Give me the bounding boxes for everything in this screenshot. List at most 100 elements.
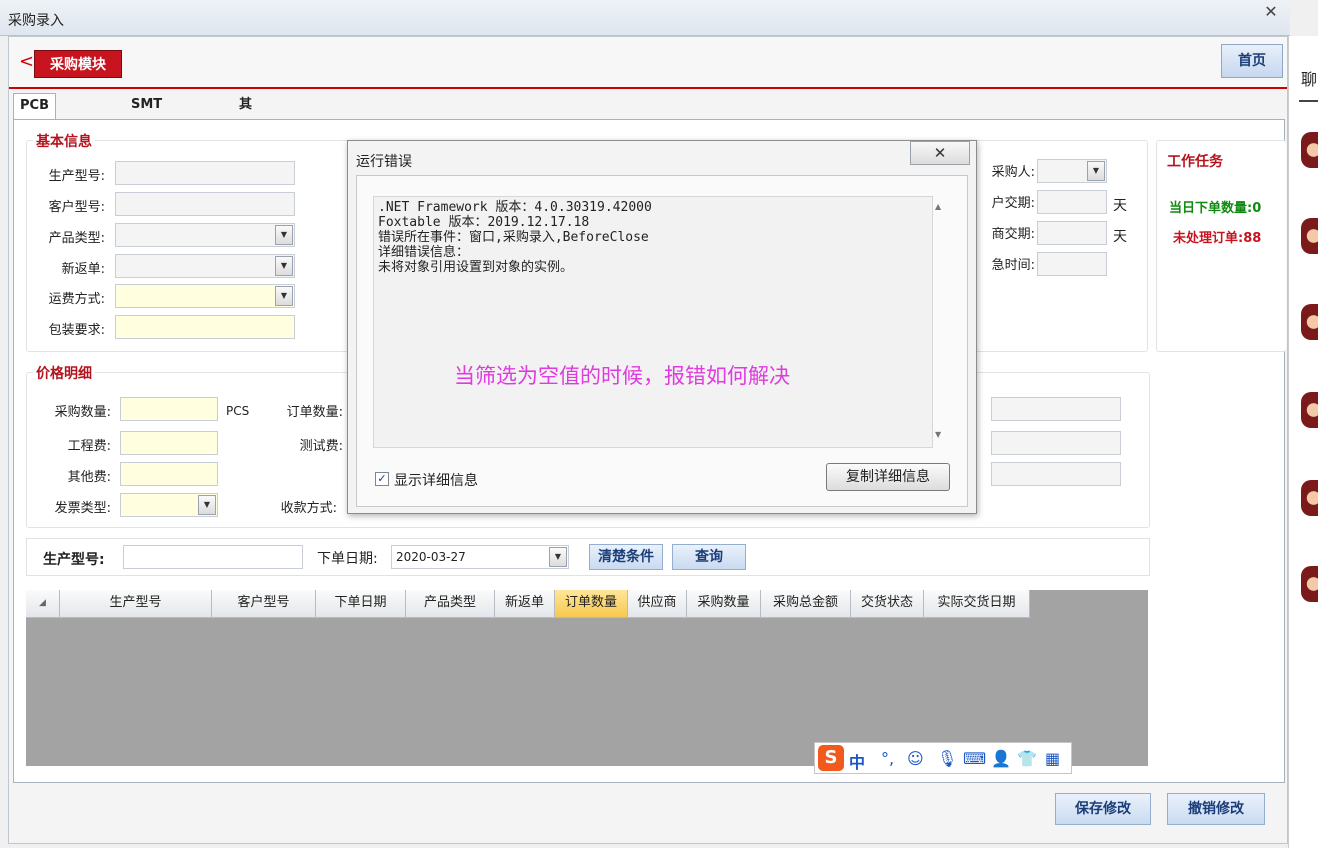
- query-button[interactable]: 查询: [672, 544, 746, 570]
- error-dialog: 运行错误 ✕ .NET Framework 版本：4.0.30319.42000…: [347, 140, 977, 514]
- price-field-right-1[interactable]: [991, 397, 1121, 421]
- freight-method-select[interactable]: ▼: [115, 284, 295, 308]
- column-header[interactable]: 交货状态: [851, 590, 924, 618]
- save-changes-button[interactable]: 保存修改: [1055, 793, 1151, 825]
- dropdown-arrow-icon[interactable]: ▼: [198, 495, 216, 515]
- filter-production-model-label: 生产型号:: [43, 552, 105, 568]
- home-button[interactable]: 首页: [1221, 44, 1283, 78]
- dropdown-arrow-icon[interactable]: ▼: [275, 256, 293, 276]
- tab-smt-purchase[interactable]: SMT采购录入: [125, 93, 168, 160]
- customer-model-label: 客户型号:: [48, 200, 105, 215]
- window-titlebar: 采购录入 ✕: [0, 0, 1290, 36]
- column-header[interactable]: 采购总金额: [761, 590, 851, 618]
- production-model-input[interactable]: [115, 161, 295, 185]
- column-header[interactable]: 新返单: [495, 590, 555, 618]
- window-close-icon[interactable]: ✕: [1252, 2, 1290, 22]
- contact-avatar[interactable]: [1301, 566, 1318, 602]
- purchaser-select[interactable]: ▼: [1037, 159, 1107, 183]
- filter-production-model-input[interactable]: [123, 545, 303, 569]
- chat-side-panel: 聊: [1288, 36, 1318, 848]
- error-line: Foxtable 版本：2019.12.17.18: [378, 215, 590, 230]
- back-arrow-icon[interactable]: <: [19, 51, 34, 72]
- contact-avatar[interactable]: [1301, 392, 1318, 428]
- ime-mode-toggle[interactable]: 中: [849, 749, 865, 773]
- product-type-label: 产品类型:: [48, 231, 105, 246]
- urgent-time-input[interactable]: [1037, 252, 1107, 276]
- supplier-delivery-input[interactable]: [1037, 221, 1107, 245]
- undo-changes-button[interactable]: 撤销修改: [1167, 793, 1265, 825]
- copy-details-button[interactable]: 复制详细信息: [826, 463, 950, 491]
- show-details-checkbox[interactable]: ✓: [375, 472, 389, 486]
- scroll-up-icon[interactable]: ▲: [935, 202, 941, 211]
- calendar-dropdown-icon[interactable]: ▼: [549, 547, 567, 567]
- other-fee-input[interactable]: [120, 462, 218, 486]
- error-details-text[interactable]: .NET Framework 版本：4.0.30319.42000 Foxtab…: [373, 196, 933, 448]
- urgent-time-label: 急时间:: [991, 258, 1035, 273]
- emoji-icon[interactable]: ☺: [907, 749, 924, 768]
- payment-method-label: 收款方式:: [280, 501, 337, 516]
- price-field-right-3[interactable]: [991, 462, 1121, 486]
- grid-header: ◢ 生产型号 客户型号 下单日期 产品类型 新返单 订单数量 供应商 采购数量 …: [26, 590, 1030, 618]
- purchaser-label: 采购人:: [991, 165, 1035, 180]
- purchase-grid[interactable]: ◢ 生产型号 客户型号 下单日期 产品类型 新返单 订单数量 供应商 采购数量 …: [26, 590, 1148, 766]
- customer-delivery-unit: 天: [1113, 198, 1127, 214]
- dialog-close-icon[interactable]: ✕: [910, 141, 970, 165]
- new-return-select[interactable]: ▼: [115, 254, 295, 278]
- column-header[interactable]: 产品类型: [406, 590, 495, 618]
- dropdown-arrow-icon[interactable]: ▼: [1087, 161, 1105, 181]
- grid-corner-icon[interactable]: ◢: [26, 590, 60, 618]
- order-qty-label: 订单数量:: [286, 405, 343, 420]
- clear-conditions-button[interactable]: 清楚条件: [589, 544, 663, 570]
- column-header[interactable]: 采购数量: [687, 590, 761, 618]
- dropdown-arrow-icon[interactable]: ▼: [275, 225, 293, 245]
- contact-avatar[interactable]: [1301, 304, 1318, 340]
- skin-icon[interactable]: 👕: [1017, 749, 1037, 768]
- microphone-icon[interactable]: 🎙: [937, 749, 957, 768]
- order-date-value: 2020-03-27: [396, 550, 466, 564]
- error-line: .NET Framework 版本：4.0.30319.42000: [378, 200, 652, 215]
- column-header[interactable]: 生产型号: [60, 590, 212, 618]
- contact-avatar[interactable]: [1301, 218, 1318, 254]
- ime-toolbar: S 中 °, ☺ 🎙 ⌨ 👤 👕 ▦: [814, 742, 1072, 774]
- freight-method-label: 运费方式:: [48, 292, 105, 307]
- pending-order-count[interactable]: 未处理订单:88: [1173, 227, 1261, 246]
- sogou-logo-icon[interactable]: S: [818, 745, 844, 771]
- tab-pcb-purchase[interactable]: PCB采购录入: [13, 93, 56, 161]
- show-details-label[interactable]: 显示详细信息: [394, 470, 478, 490]
- keyboard-icon[interactable]: ⌨: [963, 749, 986, 768]
- test-fee-label: 测试费:: [299, 439, 343, 454]
- purchase-qty-unit: PCS: [226, 404, 250, 418]
- contact-avatar[interactable]: [1301, 480, 1318, 516]
- apps-icon[interactable]: ▦: [1045, 749, 1060, 768]
- dropdown-arrow-icon[interactable]: ▼: [275, 286, 293, 306]
- filter-bar: 生产型号: 下单日期: 2020-03-27 ▼ 清楚条件 查询: [26, 538, 1150, 576]
- customer-model-input[interactable]: [115, 192, 295, 216]
- basic-info-title: 基本信息: [33, 131, 95, 151]
- today-order-count[interactable]: 当日下单数量:0: [1169, 197, 1261, 216]
- production-model-label: 生产型号:: [48, 169, 105, 184]
- column-header[interactable]: 实际交货日期: [924, 590, 1030, 618]
- engineering-fee-input[interactable]: [120, 431, 218, 455]
- bottom-action-bar: 保存修改 撤销修改: [13, 785, 1285, 841]
- window-title: 采购录入: [8, 13, 64, 29]
- column-header[interactable]: 下单日期: [316, 590, 406, 618]
- column-header[interactable]: 供应商: [628, 590, 687, 618]
- customer-delivery-input[interactable]: [1037, 190, 1107, 214]
- invoice-type-select[interactable]: ▼: [120, 493, 218, 517]
- price-detail-title: 价格明细: [33, 363, 95, 383]
- error-line: 详细错误信息：: [378, 245, 470, 260]
- packaging-input[interactable]: [115, 315, 295, 339]
- product-type-select[interactable]: ▼: [115, 223, 295, 247]
- price-field-right-2[interactable]: [991, 431, 1121, 455]
- scroll-down-icon[interactable]: ▼: [935, 430, 941, 439]
- filter-order-date-picker[interactable]: 2020-03-27 ▼: [391, 545, 569, 569]
- purchase-qty-input[interactable]: [120, 397, 218, 421]
- user-icon[interactable]: 👤: [991, 749, 1011, 768]
- column-header[interactable]: 客户型号: [212, 590, 316, 618]
- question-annotation: 当筛选为空值的时候，报错如何解决: [454, 364, 790, 388]
- chat-panel-label: 聊: [1301, 70, 1318, 89]
- punctuation-icon[interactable]: °,: [881, 749, 894, 768]
- contact-avatar[interactable]: [1301, 132, 1318, 168]
- column-header-sorted[interactable]: 订单数量: [555, 590, 628, 618]
- tab-other-purchase[interactable]: 其他采购: [233, 93, 258, 184]
